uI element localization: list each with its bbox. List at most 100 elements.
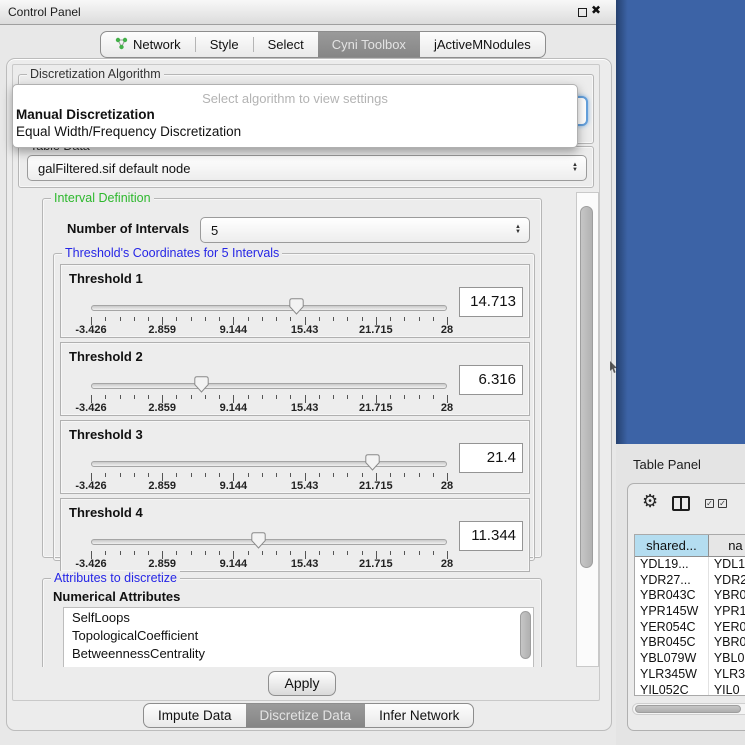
bottom-tab-bar: Impute Data Discretize Data Infer Networ… [143, 703, 474, 728]
table-hscrollbar-thumb[interactable] [635, 705, 741, 713]
table-cell[interactable]: YBR045C [635, 635, 709, 651]
table-horizontal-scrollbar[interactable] [632, 703, 745, 715]
number-of-intervals-combobox[interactable]: 5 ▲▼ [200, 217, 530, 243]
slider-tick-label: 21.715 [346, 402, 406, 414]
checkbox-icon[interactable]: ✓ [705, 499, 714, 508]
algorithm-option-equal-width[interactable]: Equal Width/Frequency Discretization [13, 123, 577, 140]
table-cell[interactable]: YBL079W [635, 651, 709, 667]
float-window-icon[interactable] [578, 8, 587, 17]
tab-discretize-data[interactable]: Discretize Data [246, 704, 366, 727]
table-cell[interactable]: YBR0 [709, 588, 745, 604]
tab-style[interactable]: Style [196, 32, 253, 57]
tab-select[interactable]: Select [254, 32, 318, 57]
table-data-combobox[interactable]: galFiltered.sif default node ▲▼ [27, 155, 587, 181]
tab-cyni-toolbox[interactable]: Cyni Toolbox [318, 32, 420, 57]
table-cell[interactable]: YPR145W [635, 604, 709, 620]
table-row[interactable]: YIL052CYIL0 [635, 683, 745, 697]
close-icon[interactable]: ✖ [591, 3, 601, 17]
slider-tick [219, 317, 220, 321]
slider-tick [120, 473, 121, 477]
slider-tick [248, 473, 249, 477]
slider-tick [319, 317, 320, 321]
tab-network[interactable]: Network [101, 32, 195, 57]
table-row[interactable]: YBR043CYBR0 [635, 588, 745, 604]
table-cell[interactable]: YBR043C [635, 588, 709, 604]
checkbox-icon[interactable]: ✓ [718, 499, 727, 508]
table-cell[interactable]: YDR2 [709, 573, 745, 589]
table-cell[interactable]: YIL0 [709, 683, 745, 697]
threshold-slider-thumb[interactable] [251, 532, 266, 549]
slider-tick [362, 551, 363, 555]
threshold-value-field[interactable]: 6.316 [459, 365, 523, 395]
table-cell[interactable]: YDL1 [709, 557, 745, 573]
slider-tick [176, 473, 177, 477]
threshold-slider-thumb[interactable] [289, 298, 304, 315]
table-cell[interactable]: YDL19... [635, 557, 709, 573]
table-row[interactable]: YBR045CYBR0 [635, 635, 745, 651]
threshold-slider-track[interactable] [91, 305, 447, 311]
threshold-value-field[interactable]: 14.713 [459, 287, 523, 317]
threshold-slider-track[interactable] [91, 383, 447, 389]
slider-tick [134, 395, 135, 399]
tab-infer-network[interactable]: Infer Network [365, 704, 473, 727]
table-row[interactable]: YLR345WYLR3 [635, 667, 745, 683]
threshold-value-field[interactable]: 11.344 [459, 521, 523, 551]
settings-scrollbar[interactable] [576, 192, 599, 667]
threshold-slider-track[interactable] [91, 461, 447, 467]
table-row[interactable]: YDR27...YDR2 [635, 573, 745, 589]
table-cell[interactable]: YLR3 [709, 667, 745, 683]
table-row[interactable]: YDL19...YDL1 [635, 557, 745, 573]
threshold-slider-thumb[interactable] [365, 454, 380, 471]
slider-tick [419, 551, 420, 555]
slider-tick [333, 317, 334, 321]
numerical-attributes-list[interactable]: SelfLoopsTopologicalCoefficientBetweenne… [63, 607, 534, 667]
settings-scrollbar-thumb[interactable] [580, 206, 593, 568]
threshold-slider-thumb[interactable] [194, 376, 209, 393]
attribute-list-item[interactable]: SelfLoops [64, 608, 533, 626]
top-tab-bar: Network Style Select Cyni Toolbox jActiv… [100, 31, 546, 58]
slider-tick [219, 473, 220, 477]
table-cell[interactable]: YER0 [709, 620, 745, 636]
attribute-list-item[interactable]: TopologicalCoefficient [64, 626, 533, 644]
slider-tick [262, 317, 263, 321]
apply-button[interactable]: Apply [268, 671, 336, 696]
table-cell[interactable]: YIL052C [635, 683, 709, 697]
table-column-header[interactable]: na [709, 535, 745, 556]
window-title: Control Panel [8, 5, 81, 19]
algorithm-dropdown-popup: Select algorithm to view settings Manual… [12, 84, 578, 148]
threshold-row: Threshold 2-3.4262.8599.14415.4321.71528… [60, 342, 530, 416]
table-row[interactable]: YBL079WYBL0 [635, 651, 745, 667]
table-row[interactable]: YER054CYER0 [635, 620, 745, 636]
tab-jactivemnodules[interactable]: jActiveMNodules [420, 32, 545, 57]
algorithm-option-manual[interactable]: Manual Discretization [13, 106, 577, 123]
threshold-value-field[interactable]: 21.4 [459, 443, 523, 473]
table-cell[interactable]: YBR0 [709, 635, 745, 651]
slider-tick [148, 473, 149, 477]
table-cell[interactable]: YBL0 [709, 651, 745, 667]
slider-tick [176, 395, 177, 399]
table-cell[interactable]: YDR27... [635, 573, 709, 589]
table-header-row: shared...na [635, 535, 745, 557]
table-column-header[interactable]: shared... [635, 535, 709, 556]
tab-impute-data[interactable]: Impute Data [144, 704, 246, 727]
spinner-arrows-icon: ▲▼ [515, 225, 521, 235]
slider-tick [105, 395, 106, 399]
slider-tick-label: 2.859 [132, 558, 192, 570]
table-cell[interactable]: YLR345W [635, 667, 709, 683]
attribute-list-item[interactable]: BetweennessCentrality [64, 644, 533, 662]
slider-tick [290, 473, 291, 477]
slider-tick [404, 473, 405, 477]
attributes-list-scrollbar[interactable] [520, 611, 531, 659]
tab-cyni-toolbox-label: Cyni Toolbox [332, 37, 406, 52]
table-cell[interactable]: YER054C [635, 620, 709, 636]
slider-tick [191, 317, 192, 321]
gear-icon[interactable]: ⚙ [642, 491, 658, 512]
split-columns-icon[interactable] [672, 496, 690, 511]
slider-tick [404, 395, 405, 399]
threshold-slider-track[interactable] [91, 539, 447, 545]
number-of-intervals-label: Number of Intervals [67, 221, 189, 236]
table-cell[interactable]: YPR1 [709, 604, 745, 620]
slider-tick [205, 395, 206, 399]
table-row[interactable]: YPR145WYPR1 [635, 604, 745, 620]
slider-tick-label: 21.715 [346, 324, 406, 336]
